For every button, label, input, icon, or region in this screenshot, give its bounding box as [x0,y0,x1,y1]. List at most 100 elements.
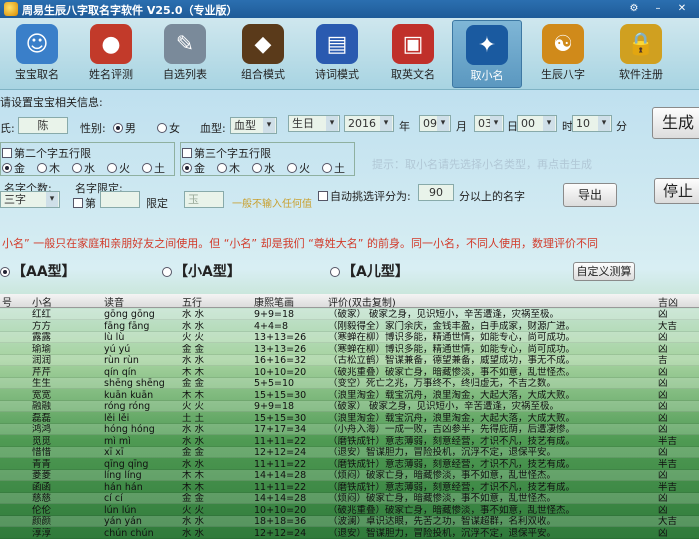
limit-position-input[interactable] [100,191,140,208]
table-cell: 17+17=34 [254,424,307,435]
calendar-select[interactable]: 生日 [288,115,340,132]
column-header[interactable]: 评价(双击复制) [328,294,396,309]
settings-icon[interactable]: ⚙ [624,1,644,16]
surname-input[interactable]: 陈 [18,117,68,134]
type-aa-radio[interactable]: 【AA型】 [0,261,76,281]
table-row[interactable]: 函函 hán hán 木 木 11+11=22 （磨铁成针）意志薄弱，刻意经营，才识不凡… [0,482,699,493]
table-cell: 金 金 [182,447,205,458]
table-cell: 凶 [658,401,668,412]
table-cell: （退安）智谋胆力，冒险投机，沉浮不定，退保平安。 [328,527,557,539]
wuxing-radio[interactable]: 土 [322,162,345,175]
limit-position-checkbox[interactable]: 第 [73,195,96,211]
table-cell: 凶 [658,412,668,424]
type-aer-radio[interactable]: 【A儿型】 [330,261,409,281]
table-row[interactable]: 惜惜 xī xī 金 金 12+12=24 （退安）智谋胆力，冒险投机，沉浮不定，退保平… [0,447,699,458]
close-icon[interactable]: ✕ [672,1,692,16]
column-header[interactable]: 小名 [32,294,52,309]
month-select[interactable]: 09 [419,115,451,132]
export-button[interactable]: 导出 [563,183,617,207]
table-row[interactable]: 露露 lù lù 火 火 13+13=26 （寒蝉在柳）博识多能，精通世情，如能专心，尚… [0,332,699,343]
bird-icon: ✦ [466,25,508,65]
toolbar-button-0[interactable]: ☺ 宝宝取名 [2,20,72,88]
auto-pick-checkbox[interactable]: 自动挑选评分为: [318,188,411,204]
table-row[interactable]: 融融 róng róng 火 火 9+9=18 （破家） 破家之身，见识短小，辛苦遭逢，… [0,401,699,412]
table-row[interactable]: 慈慈 cí cí 金 金 14+14=28 （烦闷）破家亡身，暗藏惨淡，事不如意，乱世怪… [0,493,699,504]
table-row[interactable]: 磊磊 lěi lěi 土 土 15+15=30 （浪里淘金）载宝沉舟，浪里淘金，大起大落… [0,413,699,424]
blood-select[interactable]: 血型 [230,117,277,134]
wuxing-radio[interactable]: 火 [287,162,310,175]
column-header[interactable]: 五行 [182,294,202,309]
toolbar-button-7[interactable]: ☯ 生辰八字 [528,20,598,88]
table-row[interactable]: 青青 qīng qīng 水 水 11+11=22 （磨铁成针）意志薄弱，刻意经营，才识… [0,459,699,470]
table-row[interactable]: 淳淳 chún chún 水 水 12+12=24 （退安）智谋胆力，冒险投机，沉浮不定… [0,528,699,539]
table-row[interactable]: 润润 rùn rùn 水 水 16+16=32 （古松立鹤）智谋兼备，德望兼备，威望成功… [0,355,699,366]
table-row[interactable]: 宽宽 kuān kuān 木 木 15+15=30 （浪里淘金）载宝沉舟，浪里淘金，大起… [0,390,699,401]
table-row[interactable]: 芹芹 qín qín 木 木 10+10=20 （破兆重叠）破家亡身，暗藏惨淡，事不如意… [0,367,699,378]
table-row[interactable]: 方方 fāng fāng 水 水 4+4=8 （刚毅得全）家门余庆，金钱丰盈，白手成家，… [0,321,699,332]
radio-dot [2,163,12,173]
checkbox-box [73,198,83,208]
table-cell: 惜惜 [32,447,52,458]
auto-pick-score-input[interactable]: 90 [418,184,454,201]
table-row[interactable]: 生生 shēng shēng 金 金 5+5=10 （变空）死亡之兆，万事终不，终归虚无… [0,378,699,389]
wuxing-radio[interactable]: 水 [72,162,95,175]
custom-calc-button[interactable]: 自定义测算 [573,262,635,281]
column-header[interactable]: 吉凶 [658,294,678,309]
type-xa-radio[interactable]: 【小A型】 [162,261,241,281]
results-table: 号 小名 读音 五行 康熙笔画 评价(双击复制) 吉凶 红红 gōng gōng 水 水 9+9=… [0,294,699,539]
table-cell: 13+13=26 [254,343,307,355]
name-count-select[interactable]: 三字 [0,191,60,208]
wuxing-radio[interactable]: 火 [107,162,130,175]
limit-suffix: 限定 [146,197,168,210]
table-cell: 木 木 [182,470,205,481]
table-row[interactable]: 瑜瑜 yú yú 金 金 13+13=26 （寒蝉在柳）博识多能，精通世情，如能专心，尚… [0,344,699,355]
third-wuxing-checkbox[interactable]: 第三个字五行限 [182,145,271,161]
minimize-icon[interactable]: – [648,1,668,16]
toolbar-button-2[interactable]: ✎ 自选列表 [150,20,220,88]
column-header[interactable]: 号 [2,294,12,309]
table-row[interactable]: 菱菱 líng líng 木 木 14+14=28 （烦闷）破家亡身，暗藏惨淡，事不如意… [0,470,699,481]
gender-label: 性别: [80,122,106,135]
toolbar-button-5[interactable]: ▣ 取英文名 [378,20,448,88]
table-cell: qīng qīng [104,458,149,470]
hour-select[interactable]: 00 [517,115,557,132]
table-cell: 凶 [658,447,668,458]
toolbar-button-label: 组合模式 [241,68,285,81]
generate-button[interactable]: 生成 [652,107,699,139]
second-wuxing-checkbox[interactable]: 第二个字五行限 [2,145,91,161]
gender-female-radio[interactable]: 女 [157,120,180,136]
table-cell: （破兆重叠）破家亡身，暗藏惨淡，事不如意，乱世怪杰。 [328,504,576,516]
stop-button[interactable]: 停止 [654,178,699,204]
table-row[interactable]: 鸿鸿 hóng hóng 水 水 17+17=34 （小舟入海）一成一败，吉凶参半，先得… [0,424,699,435]
toolbar-button-4[interactable]: ▤ 诗词模式 [302,20,372,88]
column-header[interactable]: 读音 [104,294,124,309]
table-cell: kuān kuān [104,389,154,401]
wuxing-label: 土 [154,162,165,175]
limit-char-input[interactable]: 玉 [184,191,224,208]
table-cell: 菱菱 [32,470,52,481]
toolbar-button-1[interactable]: ● 姓名评测 [76,20,146,88]
gender-male-radio[interactable]: 男 [113,120,136,136]
toolbar-button-3[interactable]: ◆ 组合模式 [228,20,298,88]
table-cell: 宽宽 [32,389,52,401]
table-row[interactable]: 颜颜 yán yán 水 水 18+18=36 （波澜）卓识达眼，先苦之功，智谋超群，名… [0,516,699,527]
toolbar-button-6[interactable]: ✦ 取小名 [452,20,522,88]
wuxing-radio[interactable]: 金 [182,162,205,175]
table-row[interactable]: 觅觅 mì mì 水 水 11+11=22 （磨铁成针）意志薄弱，刻意经营，才识不凡，技… [0,436,699,447]
wuxing-radio[interactable]: 土 [142,162,165,175]
table-cell: 火 火 [182,332,205,343]
day-select[interactable]: 03 [474,115,504,132]
toolbar-button-8[interactable]: 🔒 软件注册 [606,20,676,88]
wuxing-radio[interactable]: 水 [252,162,275,175]
minute-select[interactable]: 10 [572,115,612,132]
table-cell: （磨铁成针）意志薄弱，刻意经营，才识不凡，技艺有成。 [328,435,576,447]
wuxing-radio[interactable]: 木 [37,162,60,175]
wuxing-radio[interactable]: 金 [2,162,25,175]
table-cell: 半吉 [658,458,678,470]
year-select[interactable]: 2016 [344,115,394,132]
table-row[interactable]: 红红 gōng gōng 水 水 9+9=18 （破家） 破家之身，见识短小，辛苦遭逢，… [0,309,699,320]
column-header[interactable]: 康熙笔画 [254,294,294,309]
wuxing-radio[interactable]: 木 [217,162,240,175]
table-cell: shēng shēng [104,378,165,389]
table-row[interactable]: 伦伦 lún lún 火 火 10+10=20 （破兆重叠）破家亡身，暗藏惨淡，事不如意… [0,505,699,516]
